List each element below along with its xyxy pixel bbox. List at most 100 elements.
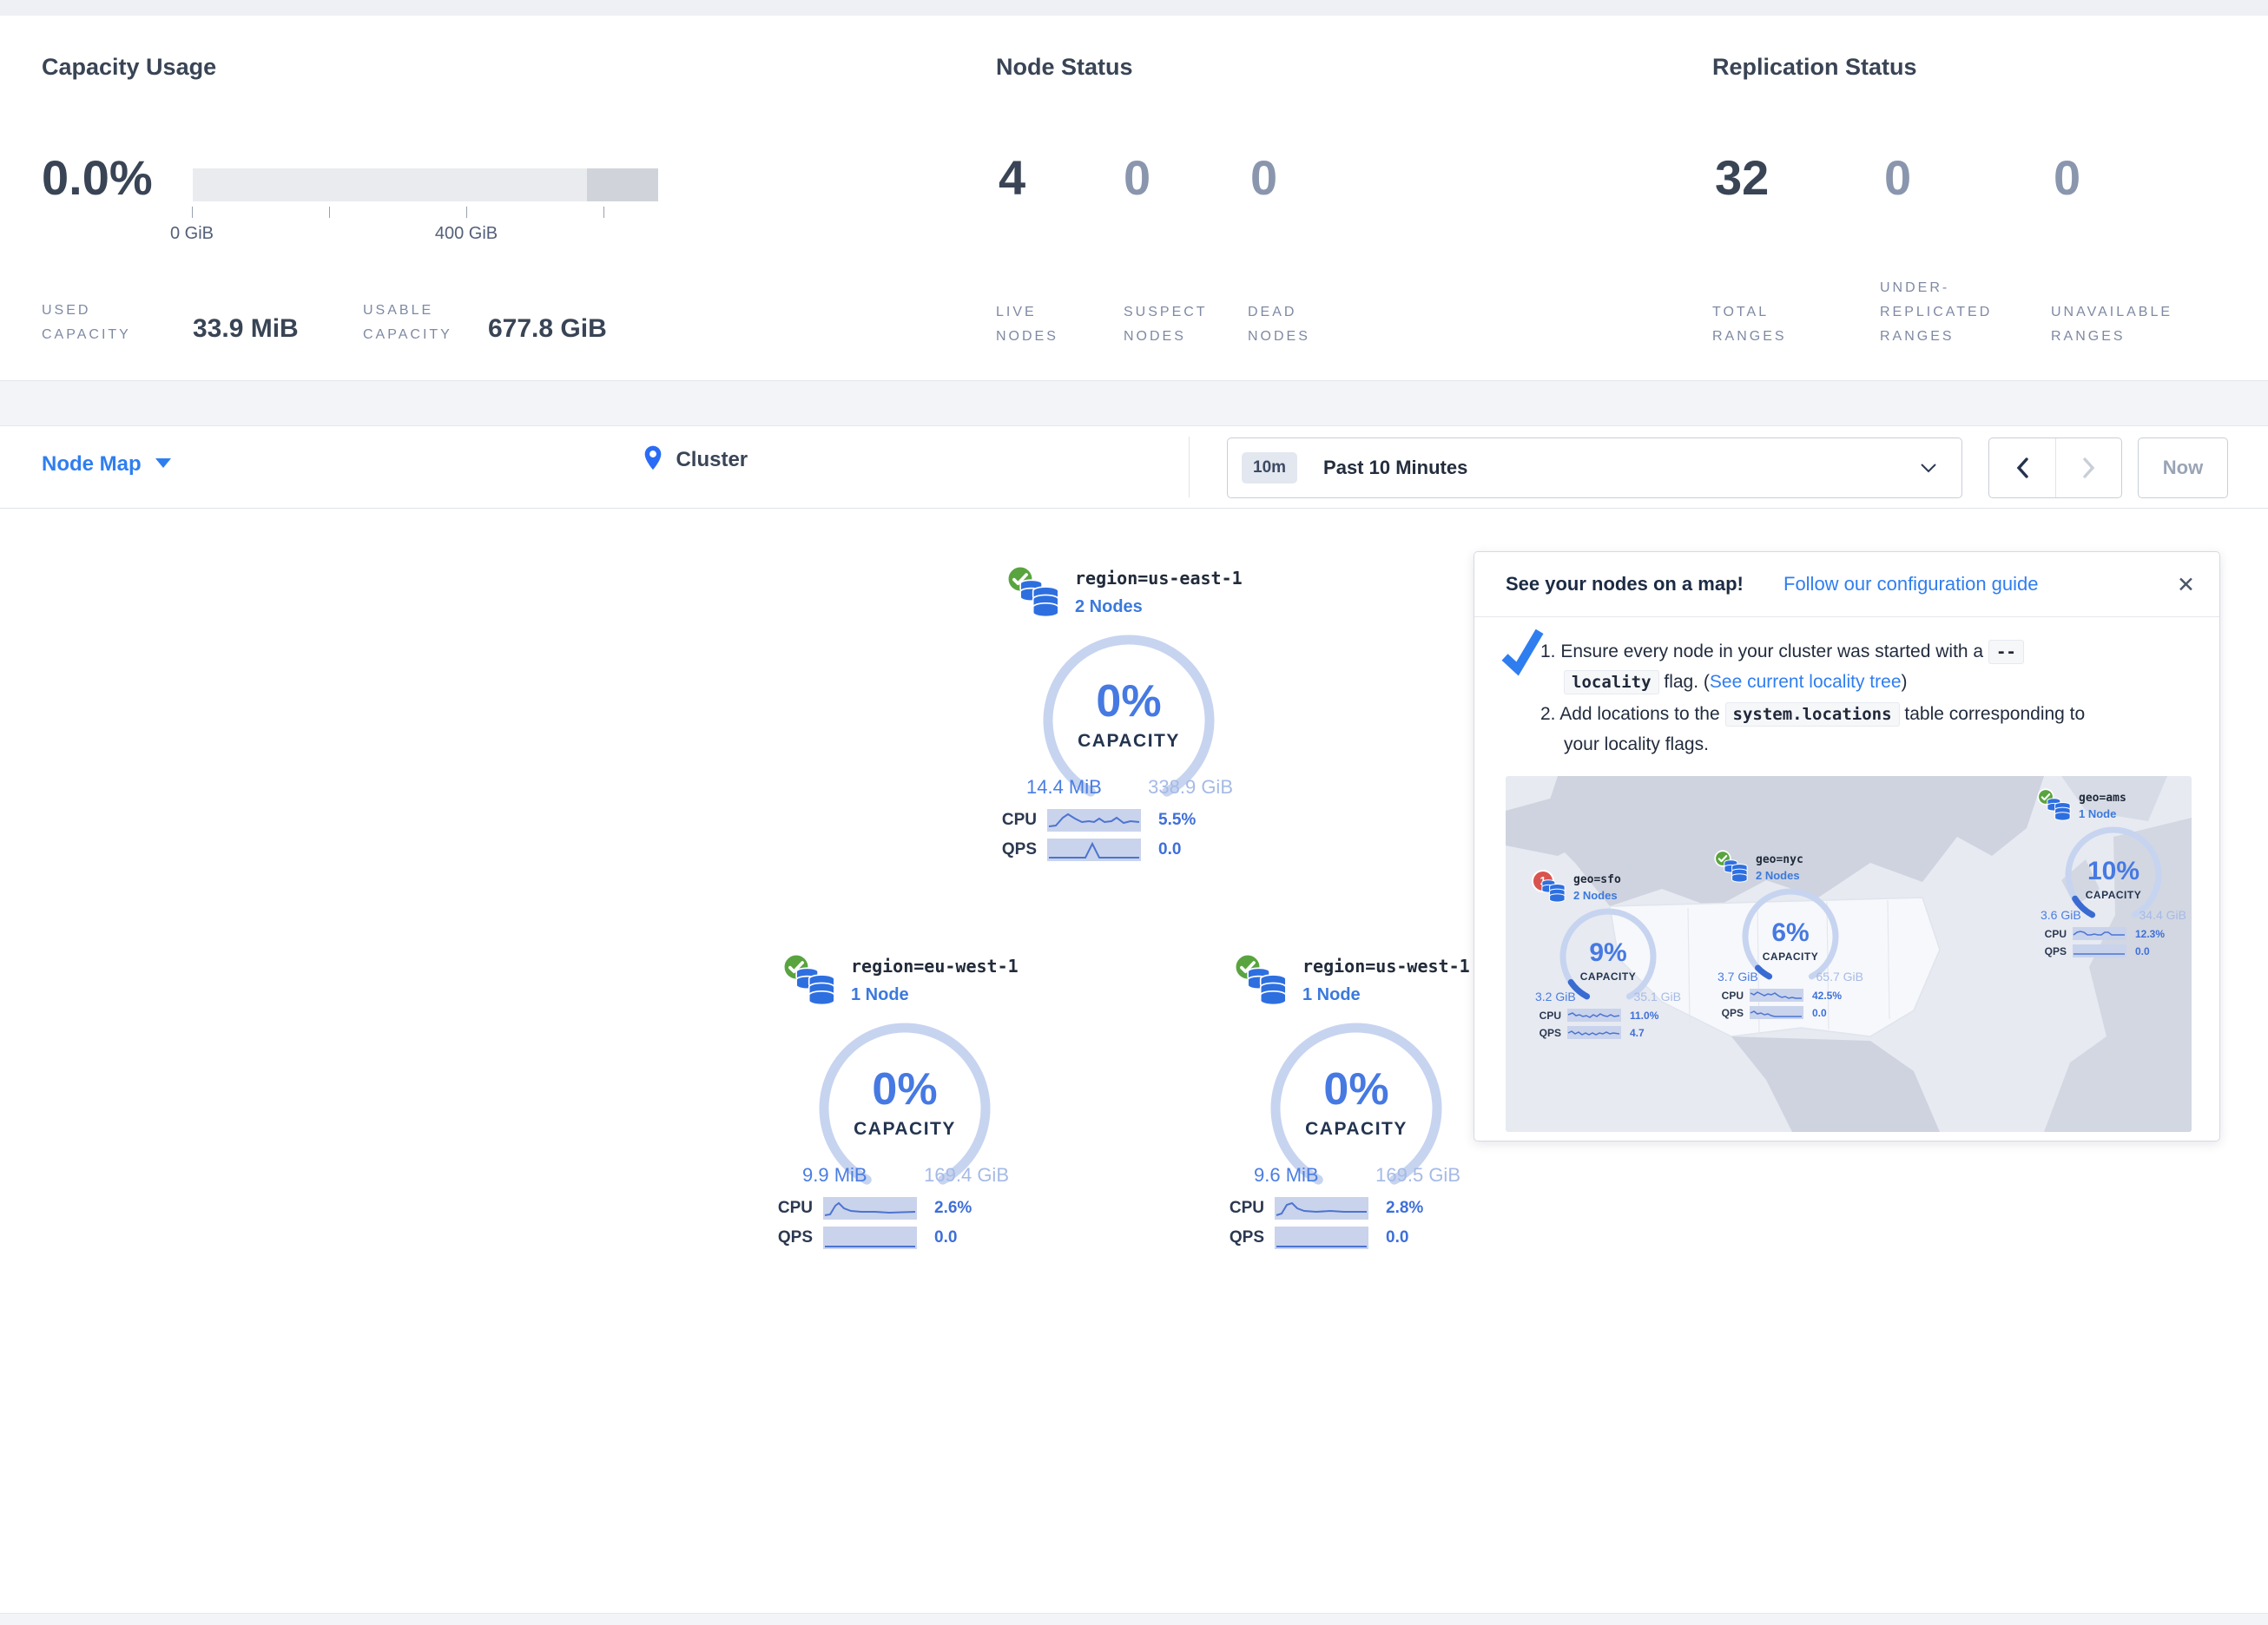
qps-sparkline (1567, 1026, 1621, 1039)
capacity-caption: CAPACITY (768, 1119, 1042, 1140)
capacity-caption: CAPACITY (1556, 970, 1660, 983)
total-value: 169.4 GiB (924, 1164, 1009, 1187)
popup-step-1-line-2: locality flag. (See current locality tre… (1564, 668, 1908, 697)
capacity-bar-track (193, 168, 658, 201)
axis-tick-label: 400 GiB (414, 224, 518, 244)
axis-tick (603, 207, 604, 218)
capacity-values: 3.7 GiB 65.7 GiB (1717, 970, 1863, 984)
capacity-caption: CAPACITY (1219, 1119, 1493, 1140)
axis-tick (466, 207, 467, 218)
mini-node-card-geo-nyc[interactable]: geo=nyc 2 Nodes 6% CAPACITY 3.7 GiB 65.7… (1714, 850, 1879, 1023)
cluster-summary-bar: Capacity Usage 0.0% 0 GiB 400 GiB USED C… (0, 16, 2268, 381)
suspect-nodes-label: SUSPECT NODES (1124, 300, 1208, 349)
popup-step-1-line-1: 1. Ensure every node in your cluster was… (1540, 637, 2024, 667)
code-system-locations: system.locations (1725, 702, 1900, 727)
cpu-metric-row: CPU 11.0% (1532, 1009, 1658, 1022)
suspect-nodes-count: 0 (1124, 148, 1150, 208)
used-value: 3.2 GiB (1535, 990, 1576, 1003)
qps-metric-row: QPS 4.7 (1532, 1026, 1645, 1039)
node-status-title: Node Status (996, 54, 1133, 81)
qps-sparkline (823, 1227, 917, 1249)
locality-label: geo=nyc (1756, 853, 1803, 866)
locality-label: geo=sfo (1573, 873, 1621, 886)
mini-node-card-geo-sfo[interactable]: 1 geo=sfo 2 Nodes 9% CAPACITY 3.2 GiB (1532, 870, 1697, 1043)
map-pin-icon (641, 444, 665, 477)
node-count-link[interactable]: 1 Node (1302, 985, 1361, 1005)
capacity-percent: 0% (768, 1065, 1042, 1114)
locality-label: region=eu-west-1 (851, 956, 1019, 977)
used-capacity-value: 33.9 MiB (193, 314, 299, 344)
region-node-card-eu-west-1[interactable]: region=eu-west-1 1 Node 0% CAPACITY 9.9 … (768, 951, 1054, 1263)
popup-header: See your nodes on a map! Follow our conf… (1474, 552, 2219, 617)
axis-tick (192, 207, 193, 218)
dead-nodes-count: 0 (1250, 148, 1277, 208)
total-ranges-count: 32 (1715, 148, 1769, 208)
capacity-percent: 0% (1219, 1065, 1493, 1114)
capacity-values: 14.4 MiB 338.9 GiB (1026, 776, 1233, 799)
capacity-percent: 0% (992, 677, 1266, 726)
now-button[interactable]: Now (2138, 438, 2228, 498)
breadcrumb-label[interactable]: Cluster (676, 448, 748, 471)
cpu-metric-row: CPU 12.3% (2037, 927, 2165, 940)
toolbar-divider (1189, 437, 1190, 497)
capacity-caption: CAPACITY (992, 731, 1266, 752)
node-count-link[interactable]: 2 Nodes (1573, 889, 1618, 902)
code-locality-flag-part2: locality (1564, 670, 1659, 694)
cpu-sparkline (1750, 989, 1803, 1002)
time-step-forward-button[interactable] (2056, 438, 2121, 497)
qps-metric-row: QPS 0.0 (992, 839, 1181, 861)
dead-nodes-label: DEAD NODES (1248, 300, 1310, 349)
time-step-back-button[interactable] (1989, 438, 2055, 497)
view-selector-dropdown[interactable]: Node Map (42, 452, 171, 477)
view-selector-label[interactable]: Node Map (42, 452, 142, 476)
node-count-link[interactable]: 1 Node (2079, 807, 2116, 820)
locality-label: geo=ams (2079, 792, 2126, 805)
example-node-map: 1 geo=sfo 2 Nodes 9% CAPACITY 3.2 GiB (1506, 776, 2192, 1132)
capacity-percent: 10% (2061, 858, 2166, 885)
qps-metric-row: QPS 0.0 (1714, 1006, 1827, 1019)
time-range-selector[interactable]: 10m Past 10 Minutes (1227, 438, 1962, 498)
locality-tree-link[interactable]: See current locality tree (1710, 672, 1902, 692)
total-value: 65.7 GiB (1816, 970, 1863, 984)
qps-metric-row: QPS 0.0 (1219, 1227, 1408, 1249)
chevron-right-icon (2081, 457, 2097, 479)
unavailable-count: 0 (2054, 148, 2080, 208)
capacity-values: 3.2 GiB 35.1 GiB (1535, 990, 1681, 1003)
used-value: 3.7 GiB (1717, 970, 1758, 984)
locality-breadcrumb[interactable]: Cluster (641, 444, 748, 477)
chevron-down-icon (155, 458, 171, 468)
mini-node-card-geo-ams[interactable]: geo=ams 1 Node 10% CAPACITY 3.6 GiB 34.4… (2037, 788, 2192, 962)
cpu-metric-row: CPU 42.5% (1714, 989, 1842, 1002)
cluster-overview-page: Capacity Usage 0.0% 0 GiB 400 GiB USED C… (0, 0, 2268, 1625)
capacity-caption: CAPACITY (2061, 889, 2166, 901)
cpu-sparkline (823, 1197, 917, 1220)
used-value: 9.9 MiB (802, 1164, 867, 1187)
page-band (0, 381, 2268, 426)
close-icon[interactable]: ✕ (2177, 572, 2195, 598)
popup-step-2-line-2: your locality flags. (1564, 730, 1709, 760)
qps-sparkline (1275, 1227, 1368, 1249)
capacity-percent: 9% (1556, 939, 1660, 967)
locality-label: region=us-east-1 (1075, 568, 1243, 589)
page-top-strip (0, 0, 2268, 16)
database-stack-icon (1723, 857, 1749, 887)
node-count-link[interactable]: 1 Node (851, 985, 909, 1005)
map-config-popup: See your nodes on a map! Follow our conf… (1474, 551, 2220, 1141)
node-count-link[interactable]: 2 Nodes (1075, 597, 1143, 617)
region-node-card-us-east-1[interactable]: region=us-east-1 2 Nodes 0% CAPACITY 14.… (992, 562, 1278, 875)
qps-sparkline (1047, 839, 1141, 861)
database-stack-icon (1245, 963, 1289, 1010)
used-value: 9.6 MiB (1254, 1164, 1319, 1187)
popup-title: See your nodes on a map! (1506, 573, 1744, 595)
under-replicated-count: 0 (1884, 148, 1911, 208)
capacity-caption: CAPACITY (1738, 951, 1843, 963)
region-node-card-us-west-1[interactable]: region=us-west-1 1 Node 0% CAPACITY 9.6 … (1219, 951, 1506, 1263)
capacity-values: 9.6 MiB 169.5 GiB (1254, 1164, 1460, 1187)
capacity-percent: 6% (1738, 919, 1843, 947)
node-count-link[interactable]: 2 Nodes (1756, 869, 1800, 882)
locality-label: region=us-west-1 (1302, 956, 1470, 977)
database-stack-icon (794, 963, 837, 1010)
total-value: 169.5 GiB (1375, 1164, 1460, 1187)
code-locality-flag-part1: -- (1988, 640, 2024, 664)
configuration-guide-link[interactable]: Follow our configuration guide (1783, 573, 2039, 595)
